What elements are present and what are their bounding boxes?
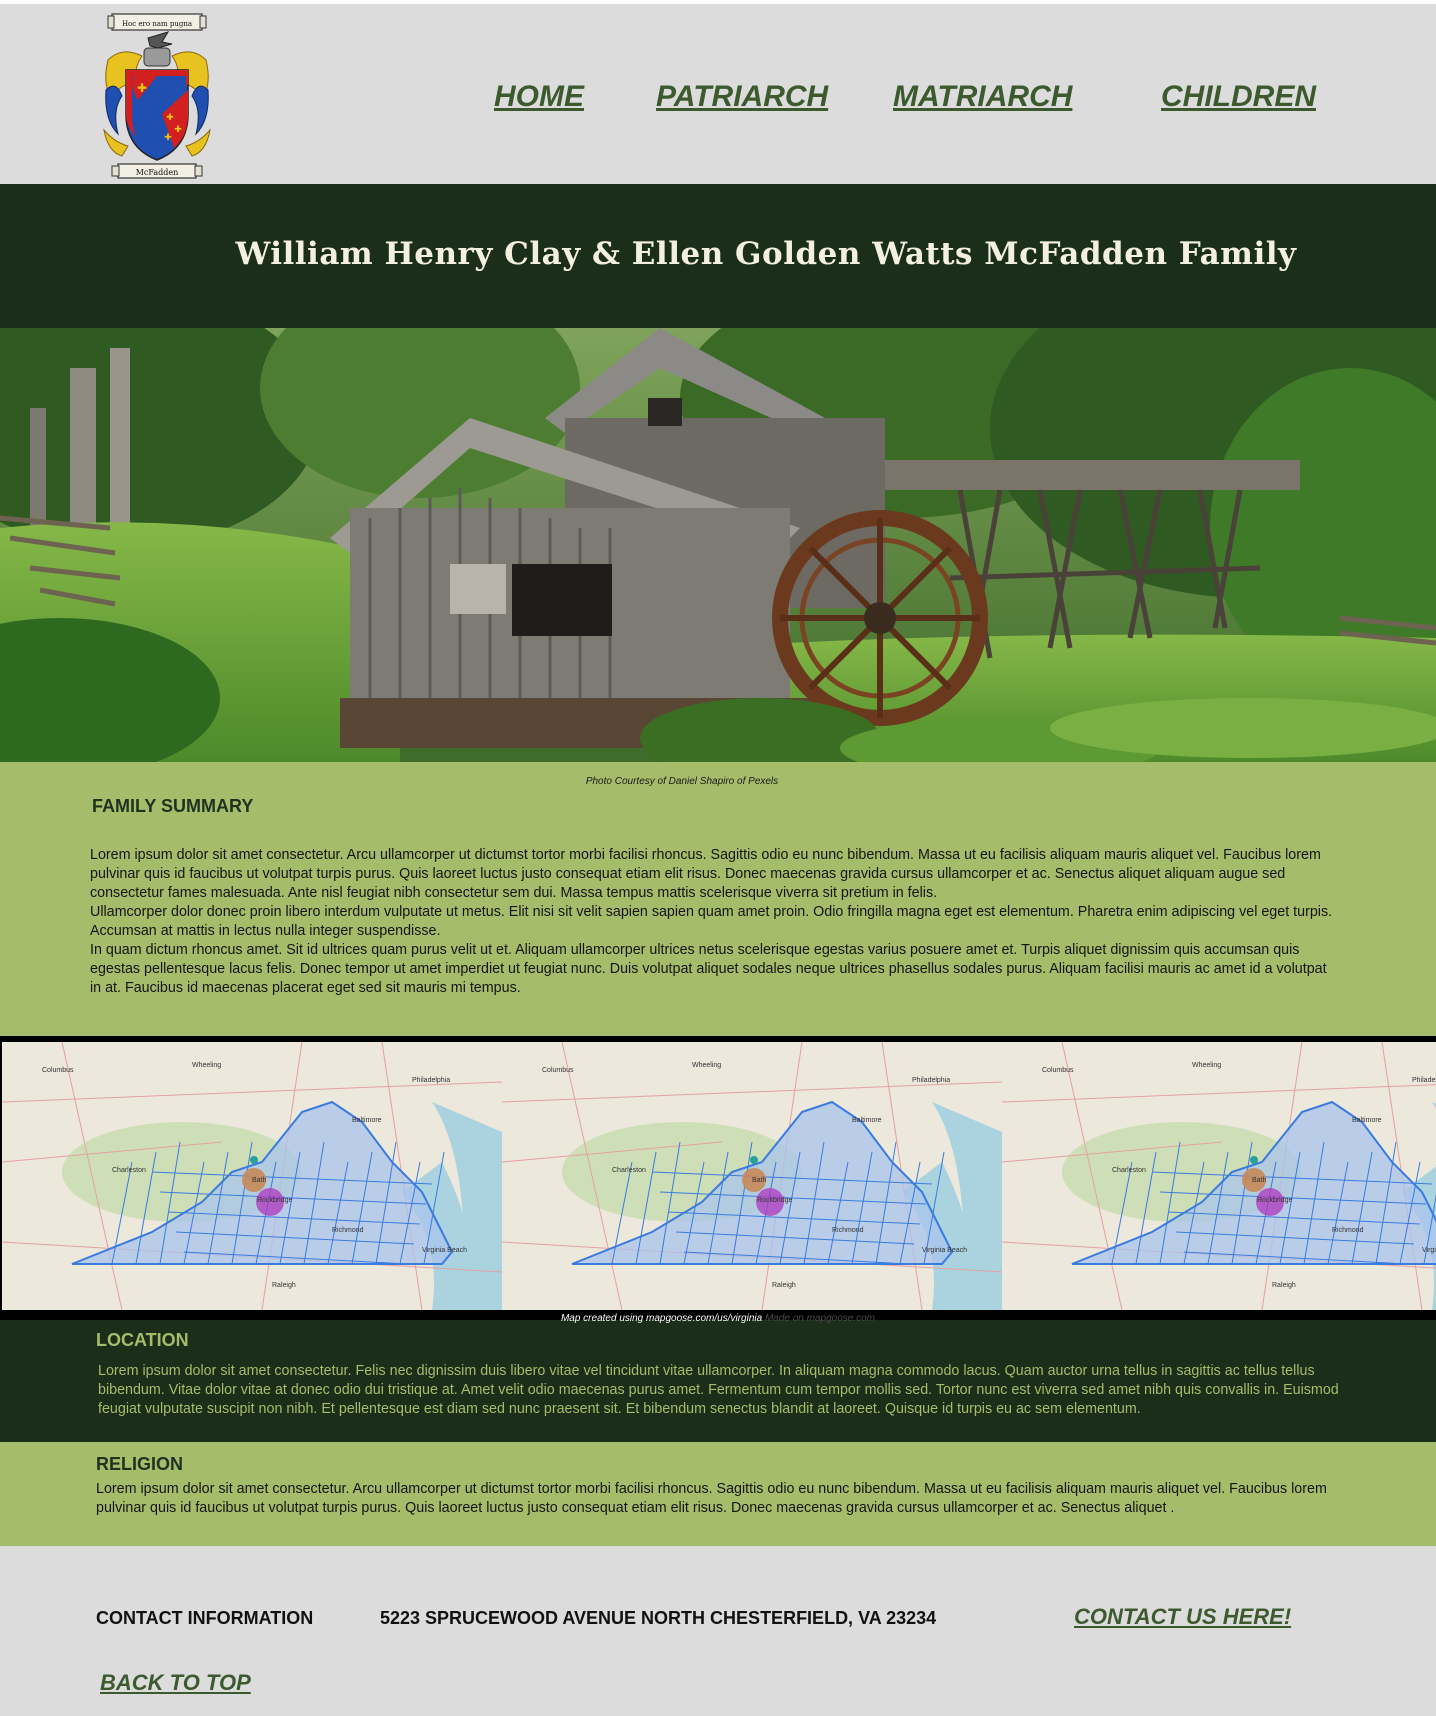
family-summary-text: Lorem ipsum dolor sit amet consectetur. … [90,846,1340,998]
map-place-label: Rockbridge [1257,1197,1293,1204]
map-place-label: Philadelphia [412,1077,450,1084]
location-text: Lorem ipsum dolor sit amet consectetur. … [98,1363,1339,1417]
map-canvas: Columbus Baltimore Philadelphia Bath Rockbri… [1002,1042,1436,1310]
page-title: William Henry Clay & Ellen Golden Watts … [235,236,1297,272]
map-place-label: Virginia Beach [922,1247,967,1254]
virginia-county-map: Columbus Baltimore Philadelphia Bath Rockbri… [502,1042,1002,1310]
map-place-label: Baltimore [852,1117,882,1124]
virginia-county-map: Columbus Baltimore Philadelphia Bath Rockbri… [1002,1042,1436,1310]
virginia-county-map: Columbus Baltimore Philadelphia Bath Rockbri… [2,1042,502,1310]
hero-photo-caption: Photo Courtesy of Daniel Shapiro of Pexe… [585,776,779,787]
map-place-label: Wheeling [192,1062,221,1069]
nav-children-link[interactable]: CHILDREN [1161,80,1316,114]
contact-address: 5223 SPRUCEWOOD AVENUE NORTH CHESTERFIEL… [380,1608,937,1628]
contact-us-link[interactable]: CONTACT US HERE! [1074,1604,1291,1630]
map-place-label: Wheeling [1192,1062,1221,1069]
summary-paragraph: In quam dictum rhoncus amet. Sit id ultr… [90,942,1327,996]
map-place-label: Philadelphia [912,1077,950,1084]
svg-text:✚: ✚ [164,132,172,142]
summary-paragraph: Ullamcorper dolor donec proin libero int… [90,904,1333,939]
map-place-label: Richmond [832,1227,864,1234]
map-pin-icon [750,1156,758,1164]
mill-illustration [0,328,1436,762]
map-place-label: Wheeling [692,1062,721,1069]
map-place-label: Columbus [42,1067,74,1074]
family-summary-heading: FAMILY SUMMARY [92,796,254,816]
map-place-label: Baltimore [1352,1117,1382,1124]
family-summary-section: Photo Courtesy of Daniel Shapiro of Pexe… [0,762,1436,1036]
hero-image-mill [0,328,1436,762]
nav-matriarch-link[interactable]: MATRIARCH [893,80,1072,114]
crest-motto: Hoc ero nam pugna [122,20,192,28]
map-place-label: Richmond [1332,1227,1364,1234]
page: Hoc ero nam pugna ✚ ✚ ✚ ✚ McFadden HOME … [0,0,1436,1716]
map-place-label: Columbus [1042,1067,1074,1074]
site-footer: CONTACT INFORMATION 5223 SPRUCEWOOD AVEN… [0,1546,1436,1716]
nav-home-link[interactable]: HOME [494,80,584,114]
location-section: LOCATION Lorem ipsum dolor sit amet cons… [0,1320,1436,1442]
map-pin-icon [1250,1156,1258,1164]
map-caption: Map created using mapgoose.com/us/virgin… [0,1313,1436,1324]
religion-text: Lorem ipsum dolor sit amet consectetur. … [96,1481,1327,1516]
map-place-label: Baltimore [352,1117,382,1124]
map-place-label: Virginia Beach [1422,1247,1436,1254]
map-place-label: Rockbridge [757,1197,793,1204]
crest-surname: McFadden [136,168,179,177]
religion-section: RELIGION Lorem ipsum dolor sit amet cons… [0,1442,1436,1546]
map-place-label: Charleston [112,1167,146,1174]
map-place-label: Columbus [542,1067,574,1074]
nav-patriarch-link[interactable]: PATRIARCH [656,80,828,114]
site-header: Hoc ero nam pugna ✚ ✚ ✚ ✚ McFadden HOME … [0,4,1436,184]
map-place-label: Raleigh [1272,1282,1296,1289]
map-place-label: Philadelphia [1412,1077,1436,1084]
map-place-label: Charleston [612,1167,646,1174]
map-place-label: Raleigh [272,1282,296,1289]
summary-paragraph: Lorem ipsum dolor sit amet consectetur. … [90,847,1321,901]
map-caption-overlap: Made on mapgoose.com [764,1313,876,1324]
back-to-top-link[interactable]: BACK TO TOP [100,1670,251,1696]
map-place-label: Bath [752,1177,767,1184]
map-pin-icon [250,1156,258,1164]
svg-text:✚: ✚ [174,124,182,134]
map-place-label: Virginia Beach [422,1247,467,1254]
svg-text:✚: ✚ [137,81,147,95]
map-place-label: Bath [1252,1177,1267,1184]
map-place-label: Bath [252,1177,267,1184]
map-canvas: Columbus Baltimore Philadelphia Bath Rockbri… [502,1042,1002,1310]
family-crest-logo[interactable]: Hoc ero nam pugna ✚ ✚ ✚ ✚ McFadden [98,10,216,182]
religion-heading: RELIGION [96,1454,184,1474]
map-canvas: Columbus Baltimore Philadelphia Bath Rockbri… [2,1042,502,1310]
map-place-label: Rockbridge [257,1197,293,1204]
map-place-label: Richmond [332,1227,364,1234]
map-caption-text: Map created using mapgoose.com/us/virgin… [560,1313,763,1324]
location-heading: LOCATION [96,1330,189,1350]
map-place-label: Charleston [1112,1167,1146,1174]
svg-text:✚: ✚ [166,112,174,122]
contact-information-label: CONTACT INFORMATION [96,1608,314,1628]
title-banner: William Henry Clay & Ellen Golden Watts … [0,184,1436,328]
map-place-label: Raleigh [772,1282,796,1289]
virginia-maps-strip: Columbus Baltimore Philadelphia Bath Rockbri… [0,1036,1436,1320]
